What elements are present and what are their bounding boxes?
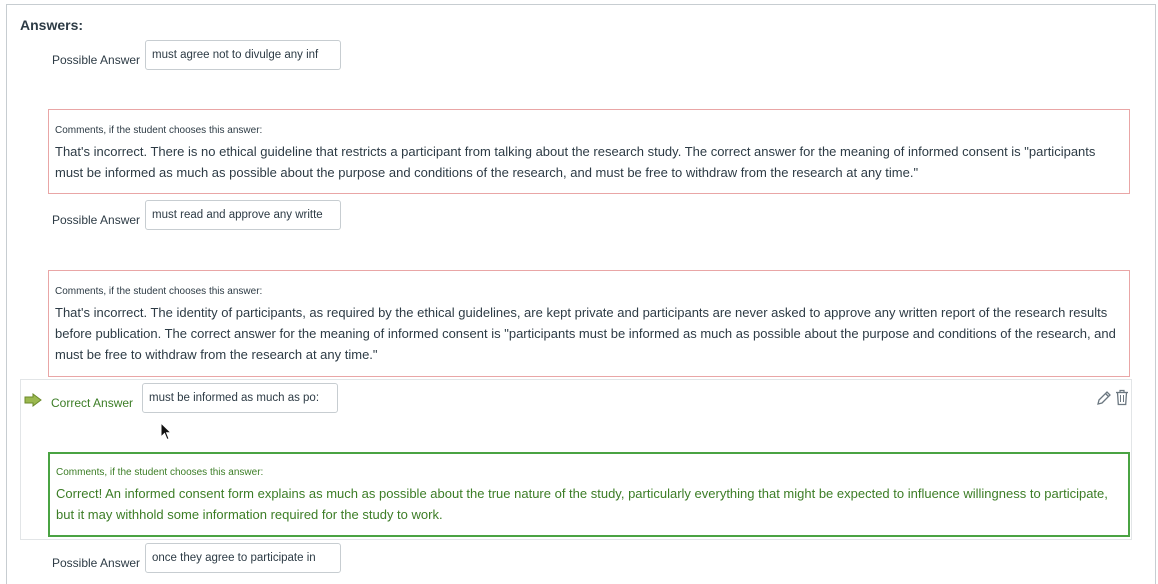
trash-icon[interactable] — [1115, 389, 1129, 406]
answer-3-comment-box[interactable]: Comments, if the student chooses this an… — [48, 452, 1130, 537]
answer-4-input[interactable]: once they agree to participate in — [145, 543, 341, 573]
comment-label: Comments, if the student chooses this an… — [56, 467, 264, 478]
answer-2-comment-text: That's incorrect. The identity of partic… — [55, 305, 1116, 362]
answer-3-input[interactable]: must be informed as much as po: — [142, 383, 338, 413]
possible-answer-label: Possible Answer — [52, 213, 141, 227]
correct-answer-label: Correct Answer — [51, 396, 134, 410]
arrow-right-icon — [24, 393, 42, 407]
answer-3-comment-text: Correct! An informed consent form explai… — [56, 486, 1108, 522]
possible-answer-label: Possible Answer — [52, 53, 141, 67]
answer-1-comment-box[interactable]: Comments, if the student chooses this an… — [48, 109, 1130, 194]
mouse-cursor-icon — [160, 422, 173, 441]
answer-1-input[interactable]: must agree not to divulge any inf — [145, 40, 341, 70]
comment-label: Comments, if the student chooses this an… — [55, 125, 263, 136]
comment-label: Comments, if the student chooses this an… — [55, 286, 263, 297]
answer-2-input[interactable]: must read and approve any writte — [145, 200, 341, 230]
answer-1-comment-text: That's incorrect. There is no ethical gu… — [55, 144, 1096, 180]
answer-2-comment-box[interactable]: Comments, if the student chooses this an… — [48, 270, 1130, 377]
pencil-icon[interactable] — [1096, 390, 1112, 406]
possible-answer-label: Possible Answer — [52, 556, 141, 570]
answers-heading: Answers: — [20, 17, 84, 33]
